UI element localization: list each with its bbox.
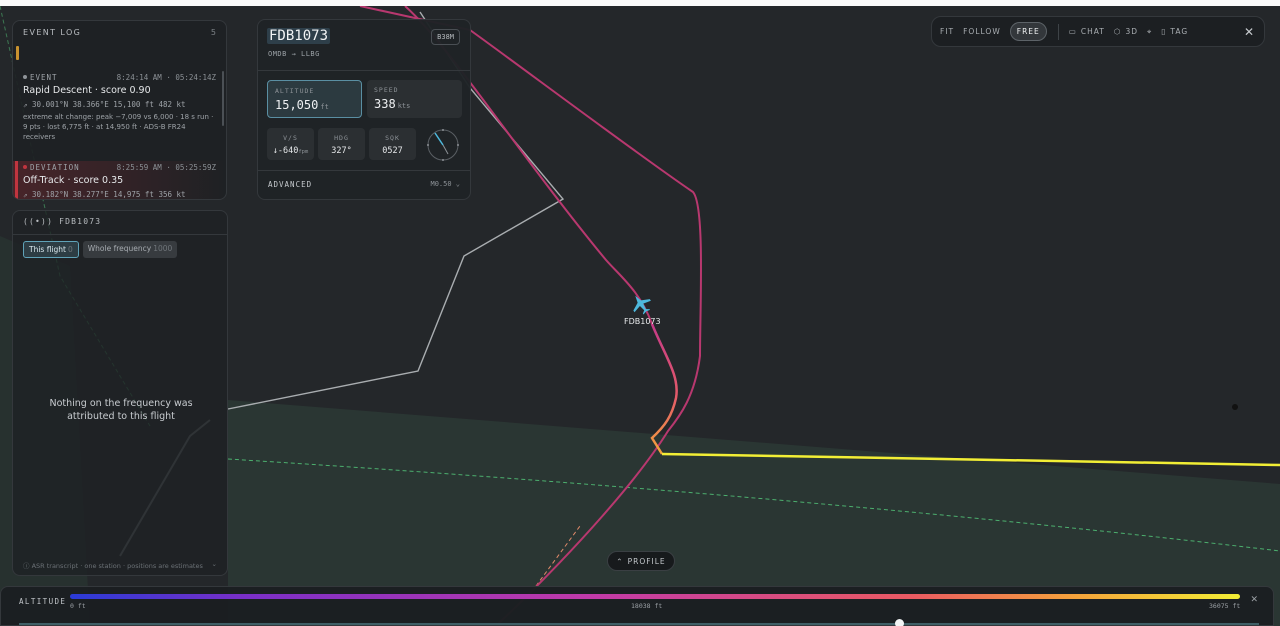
altitude-box[interactable]: ALTITUDE 15,050 ft [267,80,362,118]
frequency-header: ((•)) FDB1073 [13,211,227,235]
aircraft-label: FDB1073 [624,317,661,326]
close-icon[interactable]: ✕ [1250,595,1258,605]
track-descent [650,323,678,455]
profile-label: PROFILE [627,556,666,566]
heading-box: HDG 327° [318,128,365,160]
event-kind: DEVIATION [30,163,80,172]
event-item-off-track[interactable]: DEVIATION 8:25:59 AM · 05:25:59Z Off-Tra… [13,161,226,199]
mach-readout[interactable]: M0.50 ⌄ [430,180,460,188]
tab-this-flight[interactable]: This flight 0 [23,241,79,258]
event-position: 30.182°N 38.277°E 14,975 ft 356 kt [32,190,186,199]
hdg-label: HDG [334,134,349,142]
chat-label: CHAT [1080,27,1105,36]
speed-box[interactable]: SPEED 338 kts [367,80,462,118]
altitude-max: 36075 ft [1209,602,1241,610]
altitude-unit: ft [320,103,329,111]
vs-value: -640 [277,146,299,156]
compass-icon [427,129,459,161]
sqk-value: 0527 [382,146,403,156]
event-severity-edge [15,161,18,199]
divider [258,70,470,71]
altitude-bar: ALTITUDE 0 ft 18038 ft 36075 ft ✕ [0,586,1274,626]
timeline-playhead[interactable] [895,619,905,626]
event-time: 8:25:59 AM · 05:25:59Z [116,163,216,172]
frequency-panel: ((•)) FDB1073 This flight 0 Whole frequen… [12,210,228,576]
squawk-box: SQK 0527 [369,128,416,160]
position-arrow-icon: ⇗ [23,100,28,109]
event-item-rapid-descent[interactable]: EVENT 8:24:14 AM · 05:24:14Z Rapid Desce… [13,73,226,142]
frequency-title: FDB1073 [59,217,102,226]
event-position: 30.001°N 38.366°E 15,100 ft 482 kt [32,100,186,109]
vs-unit: fpm [298,149,309,155]
event-title: Rapid Descent · score 0.90 [23,85,151,96]
event-log-panel: EVENT LOG 5 EVENT 8:24:14 AM · 05:24:14Z… [12,20,227,200]
empty-message: Nothing on the frequency was attributed … [49,398,193,422]
footer-text: ASR transcript · one station · positions… [31,562,203,570]
altitude-value: 15,050 [275,98,319,112]
event-dot-icon [23,75,27,79]
flight-card: FDB1073 OMDB → LLBG B38M ALTITUDE 15,050… [257,19,471,200]
cube-icon: ⬡ [1113,27,1122,36]
timeline-track[interactable] [19,623,1259,625]
speed-value: 338 [374,97,396,111]
hdg-value: 327° [331,146,352,156]
event-log-count: 5 [210,28,216,37]
event-log-title: EVENT LOG [23,28,82,37]
document-icon: ▯ [1161,27,1167,36]
crosshair-icon: ⌖ [1146,26,1153,36]
3d-button[interactable]: ⬡ 3D [1114,27,1138,36]
chat-icon: ▭ [1068,27,1077,36]
altitude-gradient [70,594,1240,599]
event-kind: EVENT [30,73,58,82]
frequency-footer[interactable]: ⓘ ASR transcript · one station · positio… [23,560,217,570]
altitude-bar-label: ALTITUDE [19,597,67,606]
event-dot-icon [23,165,27,169]
mach-value: M0.50 [430,180,452,188]
sqk-label: SQK [385,134,400,142]
chevron-down-icon[interactable]: ⌄ [212,560,217,570]
divider [258,170,470,171]
vs-label: V/S [283,134,298,142]
chat-button[interactable]: ▭ CHAT [1069,27,1105,36]
close-icon[interactable]: ✕ [1244,25,1254,39]
aircraft-type-badge: B38M [431,29,460,45]
event-log-marker [16,46,19,60]
event-description: extreme alt change: peak −7,009 vs 6,000… [23,113,214,141]
radio-icon: ((•)) [23,217,54,226]
flight-callsign: FDB1073 [267,28,331,44]
free-button[interactable]: FREE [1009,22,1047,41]
toolbar-divider [1057,23,1059,40]
event-title: Off-Track · score 0.35 [23,175,124,186]
event-time: 8:24:14 AM · 05:24:14Z [116,73,216,82]
follow-button[interactable]: FOLLOW [963,27,1001,36]
map-marker [1232,404,1238,410]
speed-label: SPEED [374,86,399,94]
chevron-up-icon: ⌃ [616,556,624,566]
3d-label: 3D [1125,27,1138,36]
aircraft-icon[interactable] [627,290,655,318]
vertical-speed-box: V/S ↓-640fpm [267,128,314,160]
tab-label: This flight [29,245,66,254]
fit-button[interactable]: FIT [940,27,954,36]
tag-button[interactable]: ▯ TAG [1161,27,1188,36]
altitude-mid: 18038 ft [631,602,663,610]
altitude-label: ALTITUDE [275,87,315,95]
tab-count: 0 [67,245,73,254]
frequency-tabs: This flight 0 Whole frequency 1000 [13,235,227,264]
profile-button[interactable]: ⌃ PROFILE [607,551,675,571]
tab-whole-frequency[interactable]: Whole frequency 1000 [82,241,178,258]
info-icon: ⓘ [23,562,30,570]
tab-label: Whole frequency [87,244,152,253]
locate-button[interactable]: ⌖ [1147,27,1152,37]
chevron-down-icon: ⌄ [455,180,460,188]
altitude-min: 0 ft [70,602,86,610]
position-arrow-icon: ⇗ [23,190,28,199]
tag-label: TAG [1170,27,1189,36]
advanced-toggle[interactable]: ADVANCED [268,180,312,189]
speed-unit: kts [397,102,411,110]
event-log-header: EVENT LOG 5 [13,21,226,37]
flight-route: OMDB → LLBG [268,50,320,58]
tab-count: 1000 [153,244,173,253]
map-toolbar: FIT FOLLOW FREE ▭ CHAT ⬡ 3D ⌖ ▯ TAG ✕ [931,16,1265,47]
